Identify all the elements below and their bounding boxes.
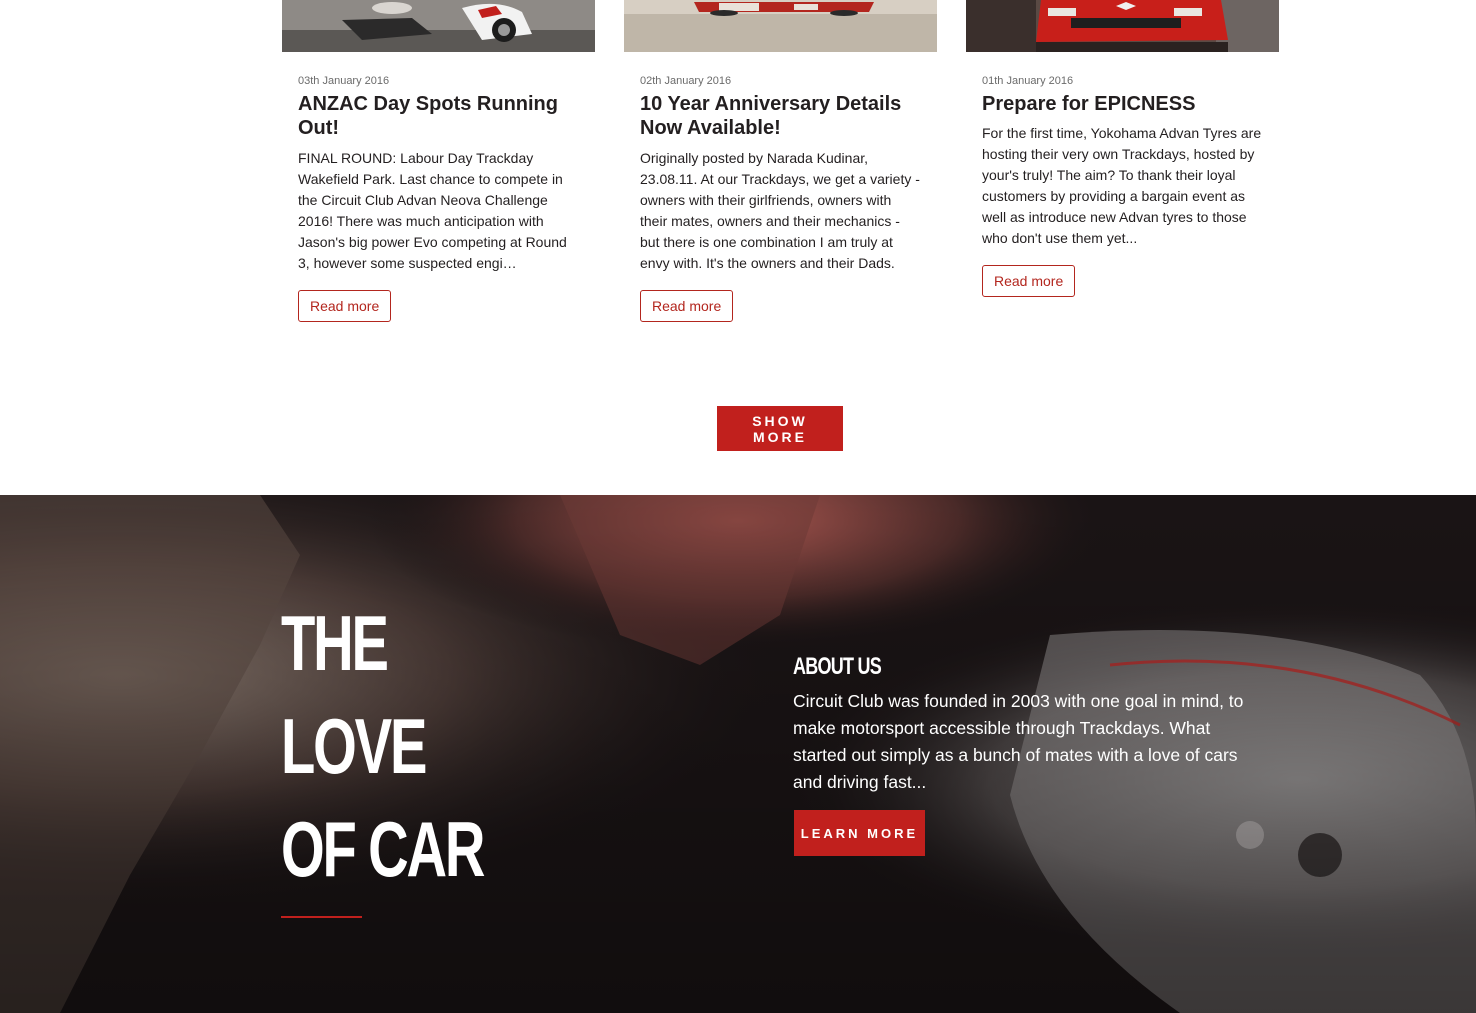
news-card-image-motorbike[interactable] [282, 0, 595, 52]
about-us-heading: ABOUT US [793, 653, 882, 680]
news-card-excerpt: FINAL ROUND: Labour Day Trackday Wakefie… [298, 150, 567, 271]
news-card-excerpt: For the first time, Yokohama Advan Tyres… [982, 125, 1262, 246]
news-card-title[interactable]: Prepare for EPICNESS [982, 92, 1262, 116]
read-more-button[interactable]: Read more [982, 265, 1076, 297]
news-card-date: 01th January 2016 [982, 75, 1074, 87]
news-card: 01th January 2016 Prepare for EPICNESS F… [966, 0, 1279, 297]
headline-divider [281, 916, 362, 918]
news-card: 02th January 2016 10 Year Anniversary De… [624, 0, 937, 322]
learn-more-button[interactable]: LEARN MORE [794, 810, 925, 856]
headline-line-1: THE [281, 599, 389, 687]
news-card-title[interactable]: ANZAC Day Spots Running Out! [298, 92, 578, 140]
news-section: 03th January 2016 ANZAC Day Spots Runnin… [0, 0, 1476, 495]
news-card-title[interactable]: 10 Year Anniversary Details Now Availabl… [640, 92, 920, 140]
news-card-image-race-car[interactable] [624, 0, 937, 52]
news-card: 03th January 2016 ANZAC Day Spots Runnin… [282, 0, 595, 322]
read-more-button[interactable]: Read more [640, 290, 734, 322]
love-of-car-headline: THE LOVE OF CAR [281, 592, 485, 901]
show-more-button[interactable]: SHOW MORE [717, 406, 843, 451]
about-us-text: Circuit Club was founded in 2003 with on… [793, 691, 1244, 792]
read-more-button[interactable]: Read more [298, 290, 392, 322]
news-card-excerpt: Originally posted by Narada Kudinar, 23.… [640, 150, 920, 271]
headline-line-2: LOVE [281, 702, 427, 790]
news-card-date: 03th January 2016 [298, 75, 390, 87]
about-section: THE LOVE OF CAR ABOUT US Circuit Club wa… [0, 495, 1476, 1013]
headline-line-3: OF CAR [281, 805, 485, 893]
news-card-date: 02th January 2016 [640, 75, 732, 87]
news-card-image-rally-car[interactable] [966, 0, 1279, 52]
